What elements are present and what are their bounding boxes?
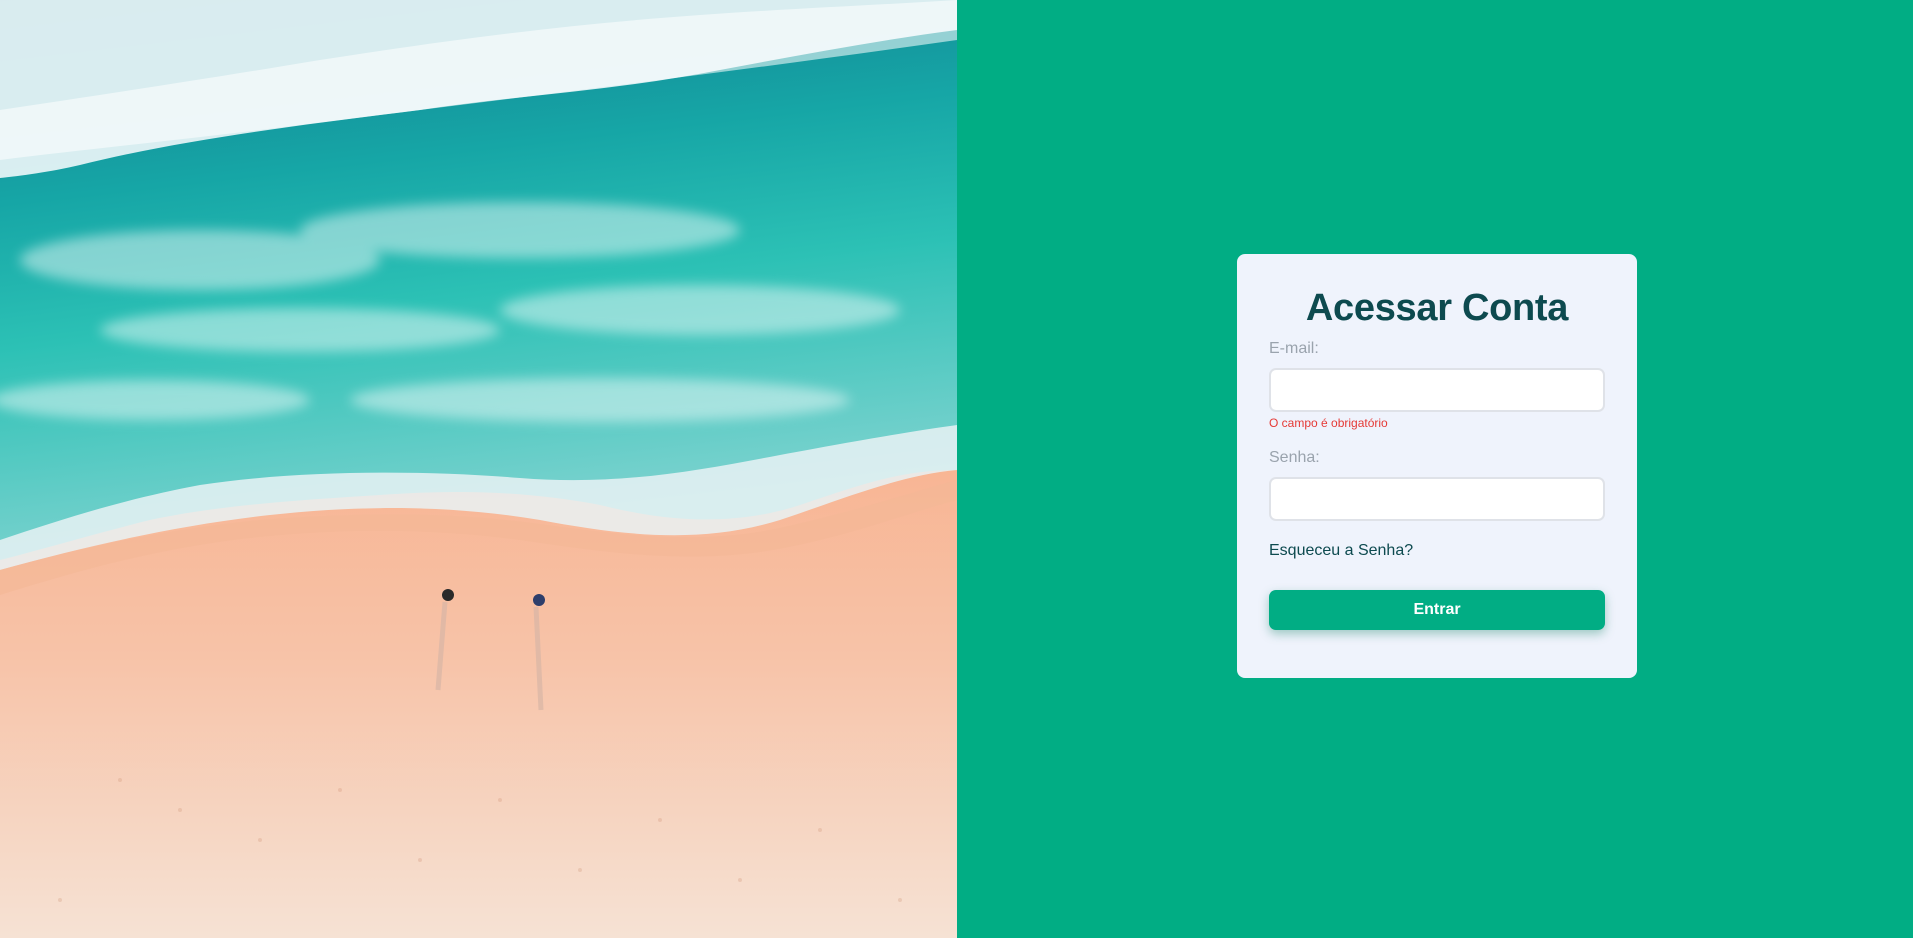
login-page: Acessar Conta E-mail: O campo é obrigató… — [0, 0, 1913, 938]
login-panel: Acessar Conta E-mail: O campo é obrigató… — [957, 0, 1913, 938]
page-title: Acessar Conta — [1305, 287, 1569, 329]
password-label: Senha: — [1269, 449, 1320, 466]
email-field[interactable] — [1269, 368, 1605, 412]
email-label: E-mail: — [1269, 340, 1319, 357]
email-error: O campo é obrigatório — [1269, 416, 1388, 430]
password-field[interactable] — [1269, 477, 1605, 521]
hero-image — [0, 0, 957, 938]
beach-photo — [0, 0, 957, 938]
forgot-password-link[interactable]: Esqueceu a Senha? — [1269, 541, 1413, 561]
login-button[interactable]: Entrar — [1269, 590, 1605, 630]
login-card: Acessar Conta E-mail: O campo é obrigató… — [1237, 254, 1637, 678]
